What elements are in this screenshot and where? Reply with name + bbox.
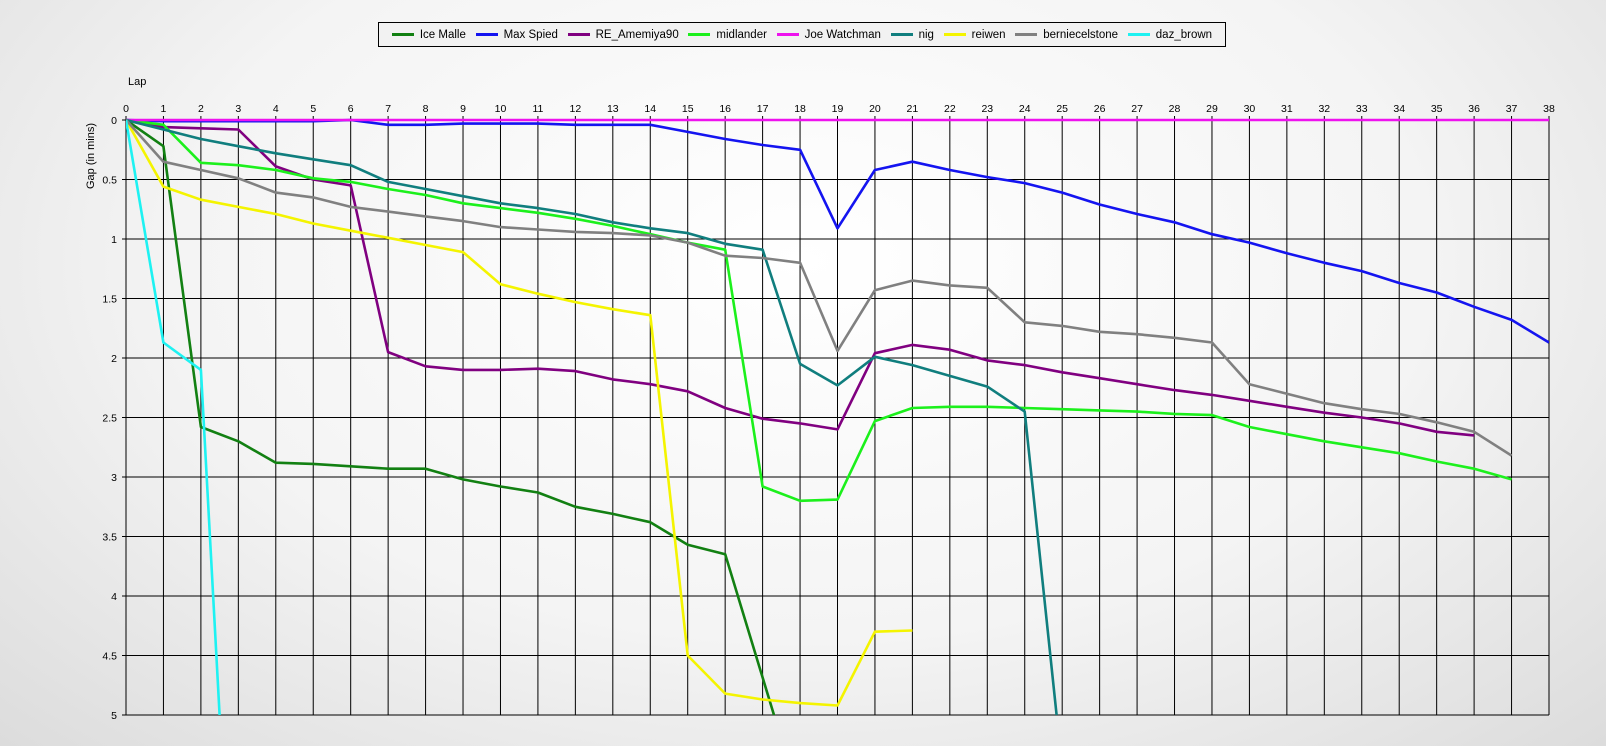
series-line-midlander <box>126 118 1512 503</box>
series-line-reiwen <box>126 119 913 707</box>
series-line-berniecelstone <box>126 119 1513 457</box>
x-tick-label: 13 <box>607 103 619 115</box>
x-tick-label: 15 <box>682 103 694 115</box>
legend-label: midlander <box>716 28 767 41</box>
legend-label: Joe Watchman <box>804 28 881 41</box>
grid <box>122 116 1550 716</box>
legend-label: daz_brown <box>1155 28 1213 41</box>
x-tick-label: 27 <box>1131 103 1143 115</box>
legend-item: reiwen <box>943 28 1006 41</box>
x-tick-label: 38 <box>1543 103 1555 115</box>
y-tick-label: 1.5 <box>102 294 117 306</box>
legend-swatch <box>776 33 799 36</box>
x-tick-label: 5 <box>310 103 316 115</box>
x-tick-label: 8 <box>423 103 429 115</box>
x-tick-label: 32 <box>1318 103 1330 115</box>
x-tick-label: 20 <box>869 103 881 115</box>
x-tick-label: 30 <box>1244 103 1256 115</box>
y-tick-label: 2.5 <box>102 413 117 425</box>
legend: Ice Malle Max Spied RE_Amemiya90 midlander J… <box>378 22 1226 47</box>
legend-item: Ice Malle <box>391 28 466 41</box>
legend-swatch <box>1015 33 1038 36</box>
x-tick-label: 21 <box>907 103 919 115</box>
legend-label: reiwen <box>971 28 1006 41</box>
x-tick-label: 3 <box>235 103 241 115</box>
legend-swatch <box>1127 33 1150 36</box>
y-tick-label: 2 <box>111 353 117 365</box>
lap-gap-chart: 0 1 2 3 4 5 6 7 8 9 10 11 12 13 14 15 16 17 18 19 20 21 22 23 24… <box>102 103 1555 722</box>
x-tick-label: 36 <box>1468 103 1480 115</box>
x-tick-label: 14 <box>644 103 656 115</box>
x-tick-label: 23 <box>981 103 993 115</box>
tick-labels: 0 1 2 3 4 5 6 7 8 9 10 11 12 13 14 15 16 17 18 19 20 21 22 23 24… <box>102 103 1555 722</box>
x-tick-label: 17 <box>757 103 769 115</box>
x-tick-label: 34 <box>1393 103 1405 115</box>
x-tick-label: 16 <box>719 103 731 115</box>
x-tick-label: 6 <box>348 103 354 115</box>
legend-swatch <box>567 33 590 36</box>
x-tick-label: 4 <box>273 103 279 115</box>
legend-swatch <box>391 33 414 36</box>
x-tick-label: 28 <box>1169 103 1181 115</box>
legend-label: berniecelstone <box>1043 28 1119 41</box>
x-tick-label: 24 <box>1019 103 1031 115</box>
y-tick-label: 0.5 <box>102 175 117 187</box>
y-tick-label: 1 <box>111 234 117 246</box>
x-axis-title: Lap <box>128 76 147 88</box>
x-tick-label: 10 <box>495 103 507 115</box>
legend-item: berniecelstone <box>1015 29 1118 41</box>
x-tick-label: 11 <box>532 103 543 115</box>
x-tick-label: 29 <box>1206 103 1218 115</box>
x-tick-label: 0 <box>123 103 129 115</box>
legend-item: midlander <box>688 29 767 41</box>
legend-item: nig <box>890 28 934 41</box>
x-tick-label: 33 <box>1356 103 1368 115</box>
x-tick-label: 2 <box>198 103 204 115</box>
legend-item: RE_Amemiya90 <box>567 28 679 41</box>
x-tick-label: 7 <box>385 103 391 115</box>
y-tick-label: 4 <box>111 591 117 603</box>
legend-item: daz_brown <box>1127 28 1213 41</box>
legend-label: nig <box>918 28 934 41</box>
y-tick-label: 5 <box>111 710 117 722</box>
legend-label: RE_Amemiya90 <box>595 28 679 41</box>
y-tick-label: 4.5 <box>102 651 117 663</box>
x-tick-label: 37 <box>1506 103 1518 115</box>
y-axis-title: Gap (in mins) <box>85 122 97 190</box>
x-tick-label: 18 <box>794 103 806 115</box>
x-tick-label: 1 <box>161 103 167 115</box>
x-tick-label: 22 <box>944 103 956 115</box>
legend-swatch <box>943 33 966 36</box>
legend-label: Max Spied <box>503 28 558 41</box>
legend-label: Ice Malle <box>419 28 466 41</box>
x-tick-label: 26 <box>1094 103 1106 115</box>
legend-swatch <box>890 33 913 36</box>
x-tick-label: 12 <box>570 103 582 115</box>
legend-item: Max Spied <box>475 28 558 41</box>
y-tick-label: 0 <box>111 115 117 127</box>
y-tick-label: 3.5 <box>102 532 117 544</box>
legend-swatch <box>475 33 498 36</box>
legend-swatch <box>688 33 711 36</box>
x-tick-label: 31 <box>1281 103 1293 115</box>
x-tick-label: 19 <box>832 103 844 115</box>
y-tick-label: 3 <box>111 472 117 484</box>
x-tick-label: 9 <box>460 103 466 115</box>
series-line-ice-malle <box>126 118 776 715</box>
legend-item: Joe Watchman <box>776 28 881 41</box>
x-tick-label: 35 <box>1431 103 1443 115</box>
x-tick-label: 25 <box>1056 103 1068 115</box>
